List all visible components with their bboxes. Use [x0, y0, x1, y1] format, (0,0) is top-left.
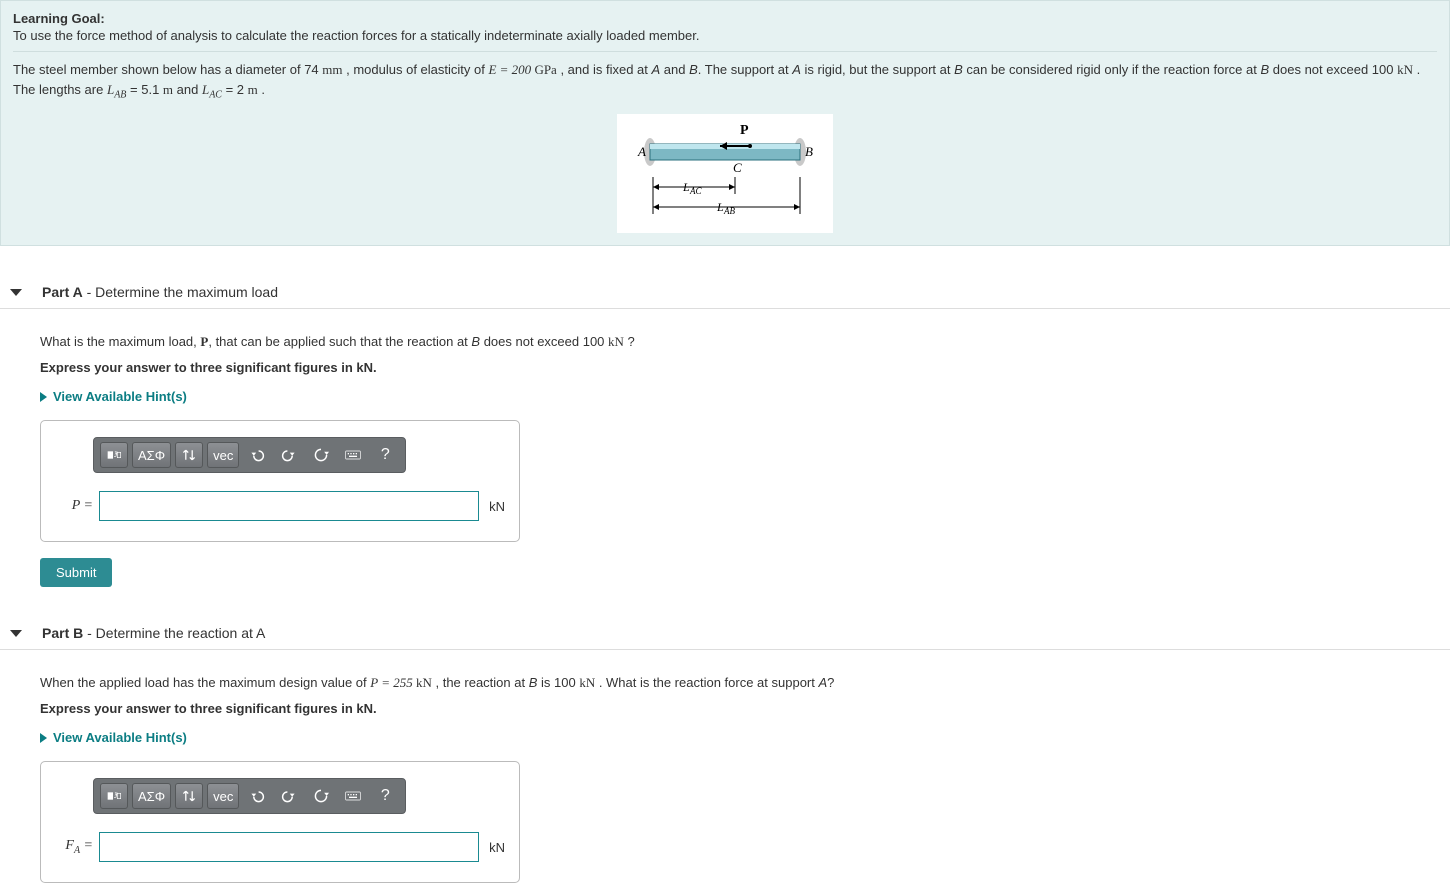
svg-text:A: A — [637, 144, 646, 159]
undo-icon[interactable] — [243, 442, 271, 468]
part-a-header[interactable]: Part A - Determine the maximum load — [0, 276, 1450, 309]
part-a-question: What is the maximum load, P, that can be… — [40, 334, 1440, 350]
submit-button[interactable]: Submit — [40, 558, 112, 587]
greek-letters-button[interactable]: ΑΣΦ — [132, 783, 171, 809]
caret-right-icon — [40, 392, 47, 402]
vector-button[interactable]: vec — [207, 783, 239, 809]
variable-label: P = — [55, 498, 99, 514]
part-a-answer-box: x ΑΣΦ vec ? P = kN — [40, 420, 520, 542]
problem-description: The steel member shown below has a diame… — [13, 60, 1437, 102]
part-b-body: When the applied load has the maximum de… — [0, 675, 1450, 883]
svg-text:P: P — [740, 123, 749, 138]
help-icon[interactable]: ? — [371, 783, 399, 809]
answer-input[interactable] — [99, 832, 479, 862]
redo-icon[interactable] — [275, 783, 303, 809]
vector-button[interactable]: vec — [207, 442, 239, 468]
svg-text:AB: AB — [723, 206, 735, 216]
part-b-header[interactable]: Part B - Determine the reaction at A — [0, 617, 1450, 650]
unit-label: kN — [489, 840, 505, 855]
view-hints-link[interactable]: View Available Hint(s) — [40, 389, 1440, 404]
answer-input[interactable] — [99, 491, 479, 521]
help-icon[interactable]: ? — [371, 442, 399, 468]
variable-label: FA = — [55, 838, 99, 856]
keyboard-icon[interactable] — [339, 783, 367, 809]
part-b-title: Part B - Determine the reaction at A — [42, 625, 265, 641]
template-icon[interactable]: x — [100, 783, 128, 809]
svg-text:AC: AC — [689, 186, 702, 196]
undo-icon[interactable] — [243, 783, 271, 809]
part-a-body: What is the maximum load, P, that can be… — [0, 334, 1450, 587]
learning-goal-title: Learning Goal: — [13, 11, 1437, 26]
unit-label: kN — [489, 499, 505, 514]
caret-down-icon — [10, 289, 22, 296]
reset-icon[interactable] — [307, 783, 335, 809]
sub-sup-icon[interactable] — [175, 783, 203, 809]
svg-text:C: C — [733, 160, 742, 175]
beam-diagram: P A B C LAC — [617, 114, 833, 233]
reset-icon[interactable] — [307, 442, 335, 468]
part-b-answer-box: x ΑΣΦ vec ? FA = kN — [40, 761, 520, 883]
view-hints-link[interactable]: View Available Hint(s) — [40, 730, 1440, 745]
keyboard-icon[interactable] — [339, 442, 367, 468]
template-icon[interactable]: x — [100, 442, 128, 468]
svg-text:B: B — [805, 144, 813, 159]
learning-goal-box: Learning Goal: To use the force method o… — [0, 0, 1450, 246]
svg-text:L: L — [682, 180, 690, 194]
caret-right-icon — [40, 733, 47, 743]
equation-toolbar: x ΑΣΦ vec ? — [93, 778, 406, 814]
divider — [13, 51, 1437, 52]
equation-toolbar: x ΑΣΦ vec ? — [93, 437, 406, 473]
learning-goal-text: To use the force method of analysis to c… — [13, 28, 1437, 43]
part-a-instruction: Express your answer to three significant… — [40, 360, 1440, 375]
part-b-instruction: Express your answer to three significant… — [40, 701, 1440, 716]
caret-down-icon — [10, 630, 22, 637]
redo-icon[interactable] — [275, 442, 303, 468]
part-b-question: When the applied load has the maximum de… — [40, 675, 1440, 691]
greek-letters-button[interactable]: ΑΣΦ — [132, 442, 171, 468]
svg-text:L: L — [716, 200, 724, 214]
part-a-title: Part A - Determine the maximum load — [42, 284, 278, 300]
sub-sup-icon[interactable] — [175, 442, 203, 468]
